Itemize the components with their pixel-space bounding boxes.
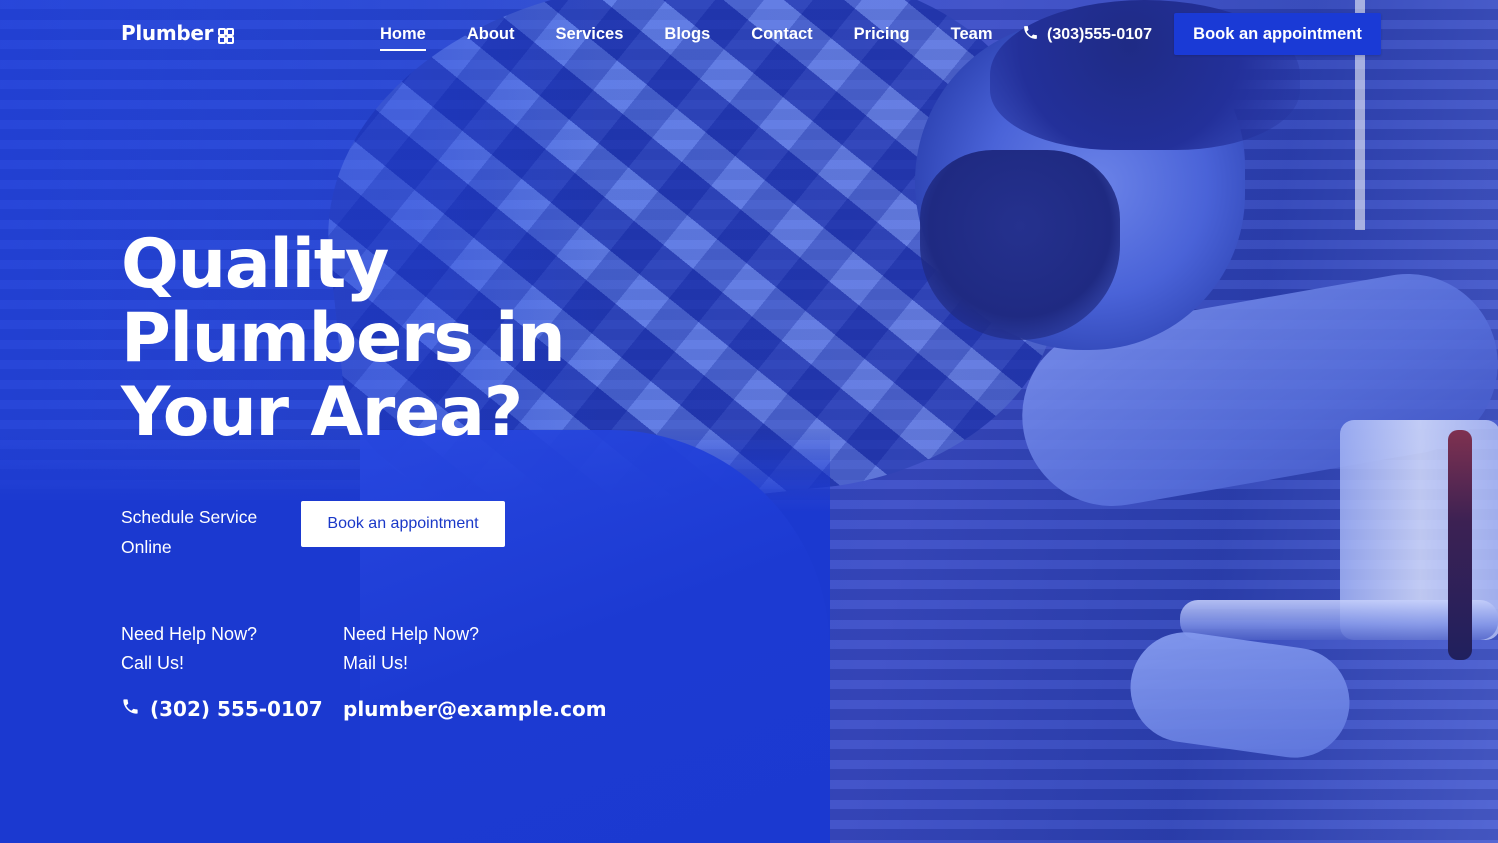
phone-icon bbox=[121, 697, 140, 721]
call-help-label-line-2: Call Us! bbox=[121, 653, 185, 673]
brand-name: Plumber bbox=[121, 21, 214, 45]
grid-square-icon bbox=[218, 25, 235, 44]
nav-item-blogs[interactable]: Blogs bbox=[664, 25, 710, 46]
hero-headline-line-1: Quality bbox=[121, 225, 389, 304]
nav-item-about[interactable]: About bbox=[467, 25, 515, 46]
header-phone-number: (303)555-0107 bbox=[1047, 26, 1152, 43]
hero-email-link[interactable]: plumber@example.com bbox=[343, 694, 607, 724]
nav-item-pricing[interactable]: Pricing bbox=[854, 25, 910, 46]
call-help-block: Need Help Now? Call Us! bbox=[121, 620, 257, 678]
header-book-appointment-button[interactable]: Book an appointment bbox=[1174, 13, 1381, 55]
phone-icon bbox=[1022, 24, 1039, 46]
nav-item-home[interactable]: Home bbox=[380, 25, 426, 51]
hero-headline: Quality Plumbers in Your Area? bbox=[121, 228, 681, 450]
mail-help-label-line-2: Mail Us! bbox=[343, 653, 409, 673]
hero-email-address: plumber@example.com bbox=[343, 697, 607, 721]
brand-logo[interactable]: Plumber bbox=[121, 20, 235, 46]
hero-book-appointment-button[interactable]: Book an appointment bbox=[301, 501, 505, 547]
mail-help-label-line-1: Need Help Now? bbox=[343, 624, 480, 644]
nav-item-team[interactable]: Team bbox=[951, 25, 993, 46]
hero-phone-link[interactable]: (302) 555-0107 bbox=[121, 694, 323, 724]
nav-item-services[interactable]: Services bbox=[556, 25, 624, 46]
photo-plumber-hand bbox=[1123, 625, 1357, 765]
mail-help-block: Need Help Now? Mail Us! bbox=[343, 620, 479, 678]
header-phone-link[interactable]: (303)555-0107 bbox=[1022, 22, 1152, 48]
photo-screwdriver bbox=[1448, 430, 1472, 660]
main-nav: Home About Services Blogs Contact Pricin… bbox=[380, 22, 1034, 51]
hero-headline-line-2: Plumbers in bbox=[121, 299, 566, 378]
nav-item-contact[interactable]: Contact bbox=[751, 25, 812, 46]
photo-plumber-beard bbox=[920, 150, 1120, 340]
call-help-label-line-1: Need Help Now? bbox=[121, 624, 258, 644]
hero-headline-line-3: Your Area? bbox=[121, 373, 523, 452]
schedule-service-text: Schedule Service Online bbox=[121, 507, 258, 557]
hero-phone-number: (302) 555-0107 bbox=[150, 697, 323, 721]
